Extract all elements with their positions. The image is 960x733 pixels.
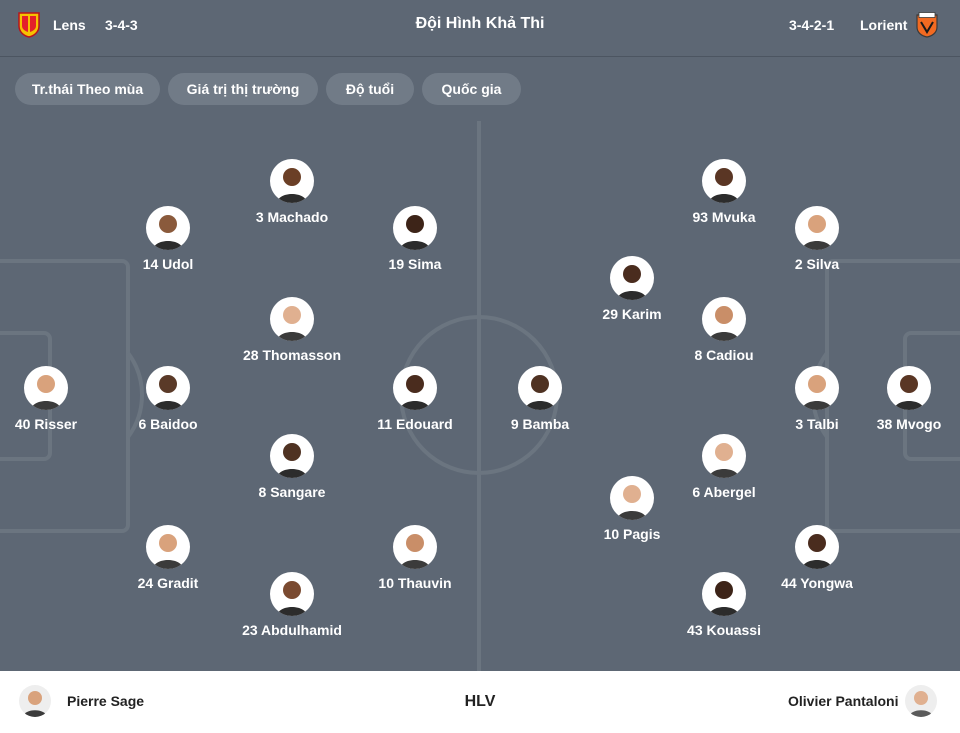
fc-lorient-crest-icon[interactable] xyxy=(916,12,938,38)
player-card-away-5[interactable]: 9 Bamba xyxy=(470,366,610,432)
away-formation: 3-4-2-1 xyxy=(789,17,835,33)
player-name: 38 Mvogo xyxy=(876,416,942,432)
player-name: 2 Silva xyxy=(794,256,840,272)
player-avatar xyxy=(146,525,190,569)
player-card-home-def-2[interactable]: 6 Baidoo xyxy=(98,366,238,432)
player-avatar xyxy=(146,206,190,250)
player-card-away-7[interactable]: 38 Mvogo xyxy=(839,366,960,432)
player-card-home-fwd-3[interactable]: 10 Thauvin xyxy=(345,525,485,591)
player-avatar xyxy=(393,366,437,410)
player-card-home-mid-3[interactable]: 8 Sangare xyxy=(222,434,362,500)
player-name: 24 Gradit xyxy=(137,575,199,591)
player-avatar xyxy=(393,206,437,250)
player-avatar xyxy=(270,434,314,478)
player-name: 43 Kouassi xyxy=(687,622,761,638)
coach-bar: Pierre Sage HLV Olivier Pantaloni xyxy=(0,671,960,733)
player-avatar xyxy=(702,572,746,616)
player-card-away-2[interactable]: 2 Silva xyxy=(747,206,887,272)
away-coach-avatar[interactable] xyxy=(905,685,937,717)
player-name: 3 Machado xyxy=(255,209,329,225)
player-avatar xyxy=(393,525,437,569)
filter-season-form[interactable]: Tr.thái Theo mùa xyxy=(15,73,160,105)
player-avatar xyxy=(270,572,314,616)
player-avatar xyxy=(887,366,931,410)
player-avatar xyxy=(702,297,746,341)
away-coach-name[interactable]: Olivier Pantaloni xyxy=(788,693,898,709)
player-avatar xyxy=(146,366,190,410)
player-card-home-mid-1[interactable]: 3 Machado xyxy=(222,159,362,225)
player-avatar xyxy=(270,297,314,341)
player-name: 28 Thomasson xyxy=(242,347,342,363)
player-avatar xyxy=(610,256,654,300)
player-card-home-fwd-2[interactable]: 11 Edouard xyxy=(345,366,485,432)
player-card-away-9[interactable]: 10 Pagis xyxy=(562,476,702,542)
player-card-home-fwd-1[interactable]: 19 Sima xyxy=(345,206,485,272)
filter-age[interactable]: Độ tuổi xyxy=(326,73,414,105)
player-name: 10 Pagis xyxy=(603,526,661,542)
player-avatar xyxy=(795,366,839,410)
player-avatar xyxy=(270,159,314,203)
away-team-name[interactable]: Lorient xyxy=(860,17,907,33)
filter-nationality[interactable]: Quốc gia xyxy=(422,73,521,105)
player-name: 8 Sangare xyxy=(258,484,326,500)
player-card-home-mid-2[interactable]: 28 Thomasson xyxy=(222,297,362,363)
player-avatar xyxy=(795,525,839,569)
player-avatar xyxy=(795,206,839,250)
player-name: 11 Edouard xyxy=(377,416,453,432)
player-name: 8 Cadiou xyxy=(694,347,754,363)
player-name: 14 Udol xyxy=(142,256,194,272)
player-avatar xyxy=(518,366,562,410)
player-name: 10 Thauvin xyxy=(378,575,452,591)
player-name: 19 Sima xyxy=(388,256,442,272)
filter-market-value[interactable]: Giá trị thị trường xyxy=(168,73,318,105)
player-card-away-4[interactable]: 8 Cadiou xyxy=(654,297,794,363)
player-card-away-11[interactable]: 43 Kouassi xyxy=(654,572,794,638)
player-card-home-mid-4[interactable]: 23 Abdulhamid xyxy=(222,572,362,638)
match-header: Lens 3-4-3 Đội Hình Khả Thi 3-4-2-1 Lori… xyxy=(0,0,960,57)
player-avatar xyxy=(610,476,654,520)
player-name: 23 Abdulhamid xyxy=(242,622,342,638)
player-card-home-def-1[interactable]: 14 Udol xyxy=(98,206,238,272)
player-avatar xyxy=(702,159,746,203)
player-name: 6 Baidoo xyxy=(138,416,198,432)
player-name: 9 Bamba xyxy=(510,416,570,432)
player-card-home-def-3[interactable]: 24 Gradit xyxy=(98,525,238,591)
player-avatar xyxy=(24,366,68,410)
lineup-pitch: 40 Risser 14 Udol 6 Baidoo 24 Gradit 3 M… xyxy=(0,121,960,671)
filter-bar: Tr.thái Theo mùa Giá trị thị trường Độ t… xyxy=(0,57,960,121)
player-avatar xyxy=(702,434,746,478)
